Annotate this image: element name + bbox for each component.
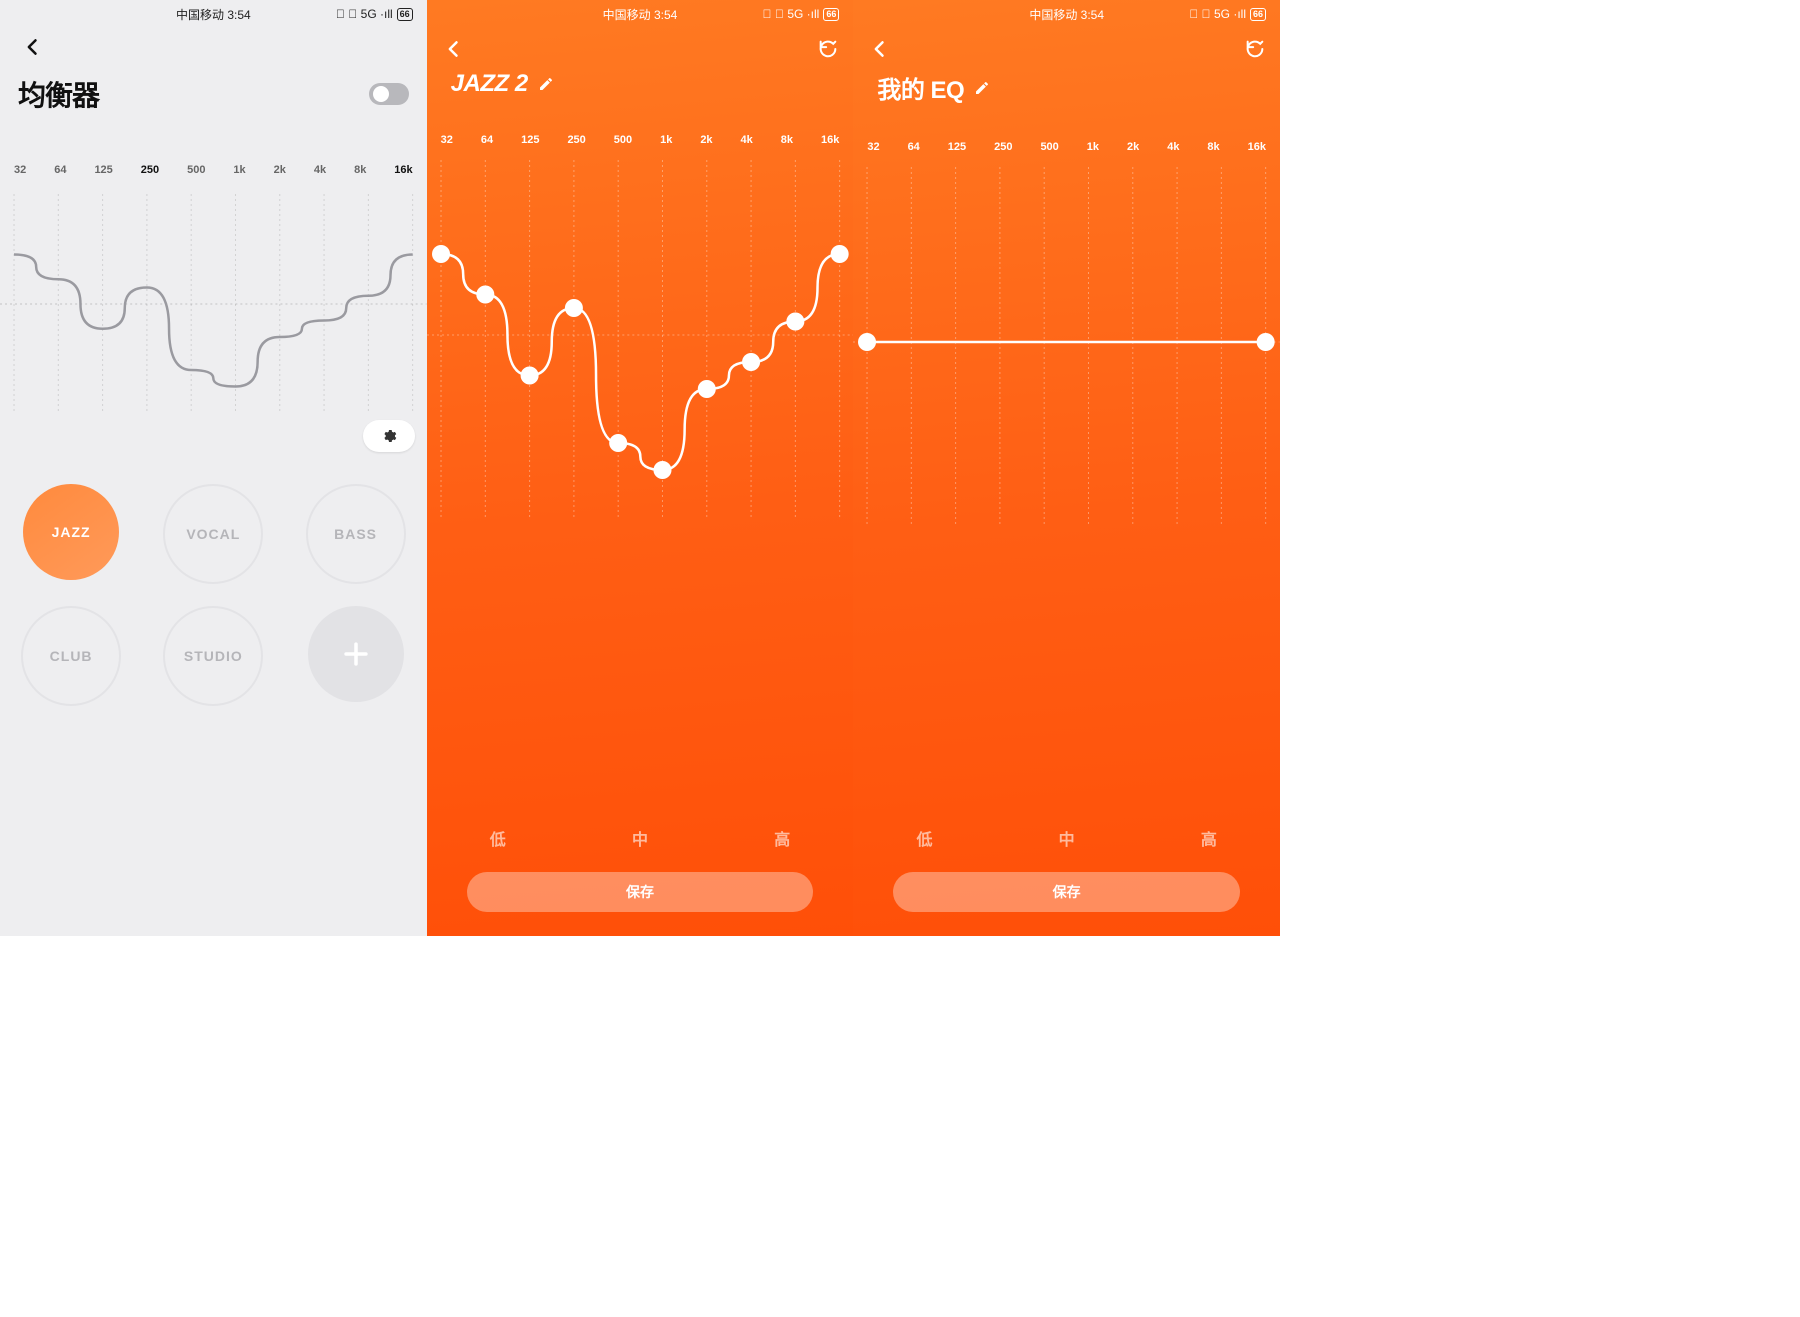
edit-title-button[interactable] (974, 80, 990, 96)
freq-label: 250 (567, 134, 585, 146)
band-low[interactable]: 低 (490, 826, 506, 850)
band-mid[interactable]: 中 (1059, 826, 1075, 850)
freq-label: 1k (660, 134, 672, 146)
freq-label: 8k (1207, 141, 1219, 153)
preset-vocal[interactable]: VOCAL (163, 484, 263, 584)
preset-jazz[interactable]: JAZZ (23, 484, 119, 580)
freq-label: 64 (481, 134, 493, 146)
freq-label: 250 (994, 141, 1012, 153)
freq-label: 125 (94, 164, 112, 176)
freq-label: 4k (741, 134, 753, 146)
freq-label: 250 (141, 164, 159, 176)
status-bar: 中国移动 3:54 􀐫 􀙇 5G ·ıll 66 (427, 0, 854, 26)
freq-label: 125 (521, 134, 539, 146)
presets-grid: JAZZ VOCAL BASS CLUB STUDIO (0, 414, 427, 706)
freq-label: 8k (354, 164, 366, 176)
freq-label: 2k (274, 164, 286, 176)
band-high[interactable]: 高 (774, 826, 790, 850)
band-low[interactable]: 低 (916, 826, 932, 850)
reset-button[interactable] (1244, 38, 1266, 60)
status-carrier: 中国移动 (176, 8, 224, 22)
freq-label: 1k (233, 164, 245, 176)
save-button[interactable]: 保存 (467, 872, 814, 912)
eq-chart-editable[interactable] (427, 160, 854, 520)
freq-label: 64 (908, 141, 920, 153)
back-button[interactable] (863, 32, 897, 66)
status-time: 3:54 (227, 8, 250, 22)
freq-label: 8k (781, 134, 793, 146)
frequency-labels: 32 64 125 250 500 1k 2k 4k 8k 16k (427, 134, 854, 146)
edit-title-button[interactable] (538, 76, 554, 92)
back-button[interactable] (437, 32, 471, 66)
battery-icon: 66 (397, 8, 413, 21)
freq-label: 16k (394, 164, 412, 176)
frequency-labels: 32 64 125 250 500 1k 2k 4k 8k 16k (0, 164, 427, 176)
screen-eq-edit-jazz: 中国移动 3:54 􀐫 􀙇 5G ·ıll 66 JAZZ 2 32 64 125 2… (427, 0, 854, 936)
eq-title: 我的 EQ (877, 70, 964, 105)
freq-label: 16k (821, 134, 839, 146)
band-labels: 低 中 高 (853, 826, 1280, 850)
preset-club[interactable]: CLUB (21, 606, 121, 706)
status-icons: 􀐫 􀙇 5G ·ıll (336, 7, 393, 21)
freq-label: 500 (1040, 141, 1058, 153)
freq-label: 32 (441, 134, 453, 146)
freq-label: 16k (1248, 141, 1266, 153)
save-button[interactable]: 保存 (893, 872, 1240, 912)
screen-equalizer-light: 中国移动 3:54 􀐫 􀙇 5G ·ıll 66 均衡器 32 64 125 250 5… (0, 0, 427, 936)
eq-chart-editable[interactable] (853, 167, 1280, 527)
screen-eq-edit-myeq: 中国移动 3:54 􀐫 􀙇 5G ·ıll 66 我的 EQ 32 64 125 25… (853, 0, 1280, 936)
freq-label: 64 (54, 164, 66, 176)
freq-label: 500 (614, 134, 632, 146)
eq-chart (0, 194, 427, 414)
settings-button[interactable] (363, 420, 415, 452)
band-labels: 低 中 高 (427, 826, 854, 850)
eq-title: JAZZ 2 (451, 70, 528, 98)
freq-label: 2k (1127, 141, 1139, 153)
freq-label: 4k (314, 164, 326, 176)
freq-label: 32 (867, 141, 879, 153)
frequency-labels: 32 64 125 250 500 1k 2k 4k 8k 16k (853, 141, 1280, 153)
status-bar: 中国移动 3:54 􀐫 􀙇 5G ·ıll 66 (853, 0, 1280, 26)
band-high[interactable]: 高 (1201, 826, 1217, 850)
freq-label: 4k (1167, 141, 1179, 153)
status-bar: 中国移动 3:54 􀐫 􀙇 5G ·ıll 66 (0, 0, 427, 26)
reset-button[interactable] (817, 38, 839, 60)
preset-studio[interactable]: STUDIO (163, 606, 263, 706)
band-mid[interactable]: 中 (632, 826, 648, 850)
add-preset-button[interactable] (308, 606, 404, 702)
freq-label: 32 (14, 164, 26, 176)
freq-label: 2k (700, 134, 712, 146)
eq-toggle[interactable] (369, 83, 409, 105)
preset-bass[interactable]: BASS (306, 484, 406, 584)
page-title: 均衡器 (18, 74, 99, 114)
freq-label: 1k (1087, 141, 1099, 153)
freq-label: 125 (948, 141, 966, 153)
back-button[interactable] (16, 30, 50, 64)
freq-label: 500 (187, 164, 205, 176)
